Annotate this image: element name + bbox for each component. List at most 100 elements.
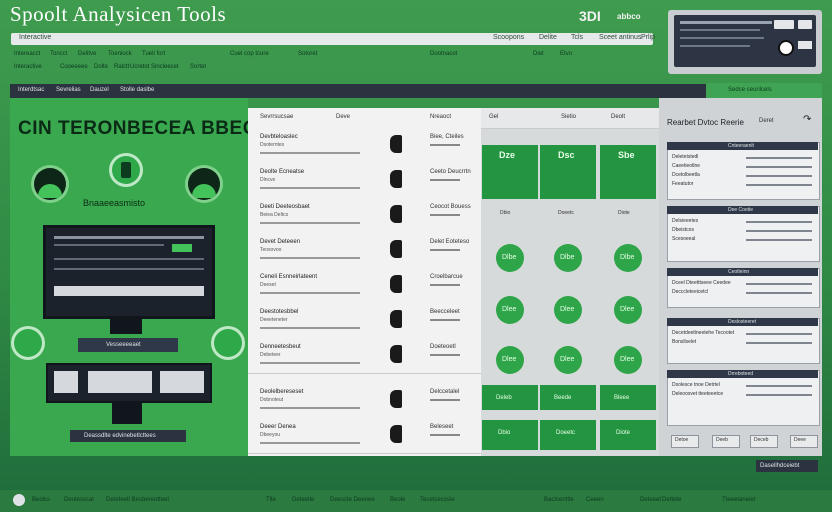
- phone-icon: [390, 390, 402, 408]
- hero-title: CIN TERONBECEA BBEC: [18, 118, 257, 139]
- row-line: [260, 327, 360, 329]
- widget-button-3[interactable]: [798, 41, 812, 49]
- row-line: [430, 319, 460, 321]
- row-line: [260, 407, 360, 409]
- toolbar-item[interactable]: Delitve: [78, 51, 96, 57]
- toolbar-item[interactable]: Ralctt: [114, 64, 129, 70]
- row-title: Ceneli Esnneirlateent: [260, 274, 318, 280]
- dashboard-strip: [46, 363, 212, 403]
- toolbar-item[interactable]: Tuell fort: [142, 51, 165, 57]
- footer-item[interactable]: Deteetle: [292, 497, 314, 503]
- dashboard-stand: [112, 402, 142, 424]
- phone-icon: [390, 425, 402, 443]
- more-icon[interactable]: ↷: [803, 114, 811, 125]
- card-line: Dcetolbeetla: [672, 172, 700, 178]
- row-line: [260, 362, 360, 364]
- info-card: [667, 370, 820, 426]
- footer-item[interactable]: Tecetcecosle: [420, 497, 455, 503]
- phone-icon: [390, 205, 402, 223]
- toolbar-item[interactable]: Diet: [533, 51, 544, 57]
- footer-item[interactable]: Bactcenttle: [544, 497, 574, 503]
- row-line: [430, 284, 460, 286]
- status-badge: [600, 171, 656, 199]
- footer-item[interactable]: Tlte: [266, 497, 276, 503]
- row-value: Croelbarcue: [430, 274, 463, 280]
- chart-icon-right[interactable]: [188, 168, 220, 200]
- footer-item[interactable]: Deteteetl Besbereotteet: [106, 497, 169, 503]
- nav-tab[interactable]: Dauzel: [90, 87, 109, 93]
- bottom-left-button[interactable]: Deassdlte edvinebetlcttees: [70, 430, 186, 442]
- grid-label: Dbio: [500, 210, 511, 216]
- card-line: Decetdeeltneetehe Tecootet: [672, 330, 735, 336]
- toolbar-item[interactable]: Sotoret: [298, 51, 317, 57]
- monitor-screen: [43, 225, 215, 319]
- record-icon[interactable]: [778, 40, 794, 56]
- toolbar-item[interactable]: Dolte: [94, 64, 108, 70]
- toolbar-item[interactable]: Etvo: [560, 51, 572, 57]
- footer-item[interactable]: Dettete: [662, 497, 681, 503]
- phone-icon: [390, 170, 402, 188]
- right-bottom-label: Dasellhdceiebt: [760, 463, 800, 469]
- status-circle-label: Dlee: [620, 306, 635, 313]
- monitor-stand: [110, 316, 142, 334]
- panel-button[interactable]: Vesseeeeaet: [78, 338, 178, 352]
- card-line-bar: [746, 385, 812, 387]
- row-line: [430, 354, 460, 356]
- status-circle-label: Dlbe: [502, 254, 517, 261]
- toolbar-item[interactable]: Interactive: [14, 64, 42, 70]
- right-side-icon[interactable]: [214, 329, 242, 357]
- toolbar-item[interactable]: Cuel cop tcure: [230, 51, 269, 57]
- toolbar-item[interactable]: Sortet: [190, 64, 206, 70]
- toolbar-item[interactable]: Cooeeeee: [60, 64, 88, 70]
- grid-label: Diote: [616, 430, 631, 436]
- toolbar-item[interactable]: Dootnacot: [430, 51, 457, 57]
- card-line-bar: [746, 166, 812, 168]
- card-line: Dbeistcos: [672, 227, 694, 233]
- footer-item[interactable]: Ceeen: [586, 497, 604, 503]
- nav-tab[interactable]: Interdtsac: [18, 87, 44, 93]
- badge-label: Sbe: [618, 150, 635, 160]
- card-line: Dsolesce tnoe Detrtel: [672, 382, 720, 388]
- column-header: Deve: [336, 114, 351, 120]
- right-bottom-button[interactable]: Dasellhdceiebt: [756, 460, 818, 472]
- phone-icon: [390, 135, 402, 153]
- footer-item[interactable]: Beolcs: [32, 497, 50, 503]
- right-panel-title: Rearbet Dvtoc Reerie: [667, 118, 744, 127]
- toolbar-item[interactable]: Toncct: [50, 51, 67, 57]
- row-subtitle: Dlncve: [260, 177, 276, 183]
- nav-action-button[interactable]: Sedce ceurilcels: [706, 83, 822, 98]
- card-button-label: Deee: [794, 437, 806, 443]
- toolbar-item[interactable]: Intereacct: [14, 51, 40, 57]
- footer-item[interactable]: Tteeetaneiet: [722, 497, 755, 503]
- card-title: Dee Coetie: [728, 207, 754, 213]
- footer-item[interactable]: Deteeet: [640, 497, 661, 503]
- toolbar-item[interactable]: Ucretot Sincleecet: [130, 64, 179, 70]
- widget-button[interactable]: [774, 20, 794, 29]
- row-line: [430, 434, 460, 436]
- row-title: Devet Deteeen: [260, 239, 301, 245]
- row-title: Deolte Ecneatse: [260, 169, 305, 175]
- grid-header: Gel Sietio Deolt: [481, 108, 659, 129]
- phone-icon: [390, 345, 402, 363]
- footer-item[interactable]: Deescte Deenee: [330, 497, 375, 503]
- right-panel-button[interactable]: Deret: [759, 118, 774, 124]
- toolbar-item[interactable]: Toenlock: [108, 51, 132, 57]
- row-value: Doeteoetl: [430, 344, 456, 350]
- bottom-left-label: Deassdlte edvinebetlcttees: [84, 433, 156, 439]
- nav-tab[interactable]: Stolle daslbe: [120, 87, 154, 93]
- chart-icon-left[interactable]: [34, 168, 66, 200]
- footer-icon[interactable]: [13, 494, 25, 506]
- nav-bar: Interdtsac Sevrelias Dauzel Stolle daslb…: [10, 84, 822, 98]
- grid-label: Doeetc: [558, 210, 574, 216]
- column-header: Deolt: [611, 114, 626, 120]
- row-line: [430, 214, 460, 216]
- footer-item[interactable]: Beole: [390, 497, 405, 503]
- status-badge: [482, 171, 538, 199]
- footer-item[interactable]: Deutesscal: [64, 497, 94, 503]
- phone-icon[interactable]: [112, 156, 140, 184]
- widget-button-2[interactable]: [798, 20, 812, 29]
- left-side-icon[interactable]: [14, 329, 42, 357]
- nav-tab[interactable]: Sevrelias: [56, 87, 81, 93]
- panel-button-label: Vesseeeeaet: [106, 342, 141, 348]
- card-line-bar: [746, 230, 812, 232]
